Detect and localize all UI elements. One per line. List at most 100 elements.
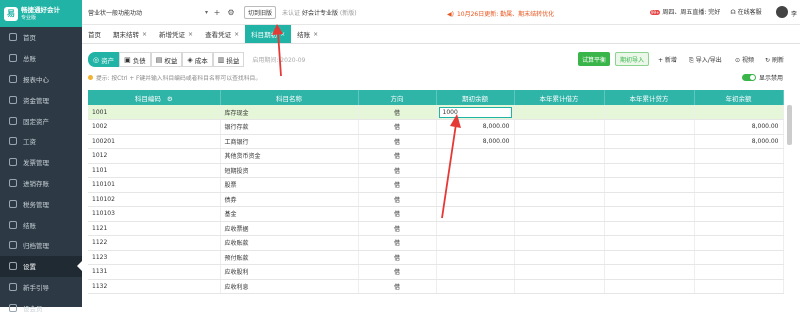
table-cell[interactable] bbox=[604, 279, 695, 294]
table-cell[interactable] bbox=[604, 119, 695, 135]
table-row[interactable]: 1121 应收票据借 bbox=[88, 221, 784, 236]
category-tab[interactable]: ▥ 损益 bbox=[212, 52, 245, 67]
app-logo[interactable]: 易 畅捷通好会计 专业版 bbox=[0, 0, 82, 27]
sidebar-item[interactable]: 结账 bbox=[0, 214, 82, 235]
category-tab[interactable]: ▤ 权益 bbox=[150, 52, 183, 67]
table-cell[interactable] bbox=[604, 264, 695, 280]
opening-balance-input[interactable]: 1000 bbox=[438, 106, 512, 118]
online-service-link[interactable]: ☊ 在线客服 bbox=[730, 7, 761, 16]
table-row[interactable]: 1002 银行存款借 8,000.00 8,000.00 bbox=[88, 119, 784, 135]
scrollbar[interactable] bbox=[787, 105, 792, 145]
table-cell[interactable] bbox=[604, 192, 695, 207]
trial-balance-button[interactable]: 试算平衡 bbox=[578, 52, 610, 66]
table-cell[interactable] bbox=[514, 221, 605, 236]
refresh-button[interactable]: ↻ 刷新 bbox=[765, 55, 784, 64]
sidebar-item[interactable]: 资金管理 bbox=[0, 89, 82, 110]
table-cell[interactable] bbox=[604, 105, 695, 120]
category-tab[interactable]: ◎ 资产 bbox=[88, 52, 120, 67]
table-cell[interactable] bbox=[436, 264, 515, 280]
table-cell[interactable] bbox=[694, 250, 784, 265]
sidebar-item[interactable]: 新手引导 bbox=[0, 277, 82, 298]
tab[interactable]: 查看凭证 × bbox=[199, 25, 245, 43]
sidebar-item[interactable]: 报表中心 bbox=[0, 69, 82, 90]
table-row[interactable]: 1122 应收账款借 bbox=[88, 235, 784, 251]
table-cell[interactable]: 8,000.00 bbox=[694, 119, 784, 135]
table-cell[interactable] bbox=[514, 177, 605, 193]
table-cell[interactable] bbox=[436, 206, 515, 222]
tab[interactable]: 结账 × bbox=[291, 25, 324, 43]
table-cell[interactable] bbox=[694, 177, 784, 193]
settings-icon[interactable]: ⚙ bbox=[226, 8, 236, 17]
table-cell[interactable]: 8,000.00 bbox=[436, 119, 515, 135]
category-tab[interactable]: ◈ 成本 bbox=[182, 52, 213, 67]
close-icon[interactable]: × bbox=[280, 31, 285, 38]
table-row[interactable]: 1001 库存现金借 1000 bbox=[88, 105, 784, 120]
sidebar-item[interactable]: 设会员 bbox=[0, 297, 82, 318]
add-icon[interactable]: + bbox=[212, 8, 222, 17]
company-selector[interactable]: 营业状一般功能功动 ▾ bbox=[88, 5, 208, 19]
table-row[interactable]: 110101 股票借 bbox=[88, 177, 784, 193]
table-cell[interactable] bbox=[604, 235, 695, 251]
category-tab[interactable]: ▣ 负债 bbox=[119, 52, 151, 67]
table-cell[interactable]: 8,000.00 bbox=[436, 134, 515, 149]
table-cell[interactable] bbox=[604, 250, 695, 265]
gear-icon[interactable]: ⚙ bbox=[167, 95, 173, 103]
close-icon[interactable]: × bbox=[313, 31, 318, 38]
sidebar-item[interactable]: 设置 bbox=[0, 255, 82, 277]
table-cell[interactable] bbox=[604, 134, 695, 149]
table-cell[interactable] bbox=[604, 148, 695, 164]
table-cell[interactable] bbox=[514, 192, 605, 207]
table-cell[interactable] bbox=[694, 192, 784, 207]
close-icon[interactable]: × bbox=[142, 31, 147, 38]
table-cell[interactable] bbox=[436, 148, 515, 164]
tab[interactable]: 期末结转 × bbox=[107, 25, 153, 43]
table-cell[interactable] bbox=[514, 119, 605, 135]
table-cell[interactable] bbox=[514, 163, 605, 178]
table-row[interactable]: 1132 应收利息借 bbox=[88, 279, 784, 294]
cert-status[interactable]: 未认证 好会计专业版 (新版) bbox=[282, 8, 357, 17]
table-cell[interactable] bbox=[514, 279, 605, 294]
table-cell[interactable] bbox=[436, 235, 515, 251]
table-cell[interactable] bbox=[694, 279, 784, 294]
table-cell[interactable] bbox=[514, 264, 605, 280]
table-cell[interactable] bbox=[694, 206, 784, 222]
table-cell[interactable] bbox=[604, 206, 695, 222]
table-cell[interactable] bbox=[514, 105, 605, 120]
table-cell[interactable] bbox=[436, 250, 515, 265]
sidebar-item[interactable]: 总账 bbox=[0, 48, 82, 69]
table-cell[interactable]: 8,000.00 bbox=[694, 134, 784, 149]
table-cell[interactable] bbox=[604, 163, 695, 178]
toggle-switch[interactable] bbox=[742, 74, 756, 81]
sidebar-item[interactable]: 工资 bbox=[0, 131, 82, 152]
video-button[interactable]: ⊙ 视频 bbox=[735, 55, 754, 64]
sidebar-item[interactable]: 固定资产 bbox=[0, 110, 82, 131]
sidebar-item[interactable]: 进销存账 bbox=[0, 173, 82, 194]
table-row[interactable]: 1012 其他货币资金借 bbox=[88, 148, 784, 164]
table-row[interactable]: 110103 基金借 bbox=[88, 206, 784, 222]
table-cell[interactable] bbox=[436, 177, 515, 193]
table-cell[interactable] bbox=[514, 134, 605, 149]
table-cell[interactable] bbox=[436, 192, 515, 207]
close-icon[interactable]: × bbox=[234, 31, 239, 38]
table-cell[interactable] bbox=[694, 264, 784, 280]
table-cell[interactable] bbox=[604, 221, 695, 236]
avatar[interactable] bbox=[776, 6, 788, 18]
table-row[interactable]: 1123 预付账款借 bbox=[88, 250, 784, 265]
table-cell[interactable] bbox=[514, 148, 605, 164]
update-notice[interactable]: ◀) 10月26日更新: 勤属、期末结转优化 bbox=[447, 9, 554, 18]
close-icon[interactable]: × bbox=[188, 31, 193, 38]
table-cell[interactable] bbox=[604, 177, 695, 193]
table-cell[interactable] bbox=[514, 206, 605, 222]
tab[interactable]: 新增凭证 × bbox=[153, 25, 199, 43]
table-cell[interactable] bbox=[436, 279, 515, 294]
table-row[interactable]: 100201 工商银行借 8,000.00 8,000.00 bbox=[88, 134, 784, 149]
import-export-button[interactable]: ⎘ 导入/导出 bbox=[689, 55, 722, 65]
table-row[interactable]: 1131 应收股利借 bbox=[88, 264, 784, 280]
show-disabled-toggle[interactable]: 显示禁用 bbox=[742, 73, 783, 82]
table-cell[interactable] bbox=[436, 221, 515, 236]
table-cell[interactable] bbox=[694, 163, 784, 178]
table-cell[interactable] bbox=[694, 235, 784, 251]
table-cell[interactable] bbox=[514, 250, 605, 265]
live-link[interactable]: 99+ 周四、周五直播: 完好 bbox=[650, 7, 720, 16]
opening-import-button[interactable]: 期初导入 bbox=[615, 52, 649, 66]
